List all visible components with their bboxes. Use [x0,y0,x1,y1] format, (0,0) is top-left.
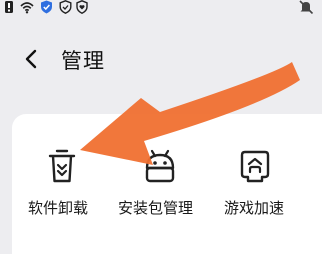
notification-icon [5,1,13,13]
game-boost-tool-label: 游戏加速 [224,199,285,217]
wifi-icon [20,2,34,14]
top-bar: 管理 [0,38,322,82]
apk-manager-tool-label: 安装包管理 [118,199,194,217]
apk-manager-tool-button[interactable] [142,148,178,184]
trash-icon [48,149,76,183]
page-title: 管理 [61,49,105,73]
uninstall-tool-label: 软件卸载 [28,199,89,217]
game-controller-icon [240,150,270,183]
shield-heart-icon [76,0,88,14]
uninstall-tool-button[interactable] [47,148,77,184]
mute-icon [299,0,314,14]
game-boost-tool-button[interactable] [237,148,273,184]
shield-icon [59,0,72,14]
status-bar [0,0,322,16]
back-button[interactable] [18,46,44,72]
chevron-left-icon [25,49,37,69]
android-icon [145,149,175,183]
tools-card [12,114,322,254]
shield-check-icon [41,0,52,14]
